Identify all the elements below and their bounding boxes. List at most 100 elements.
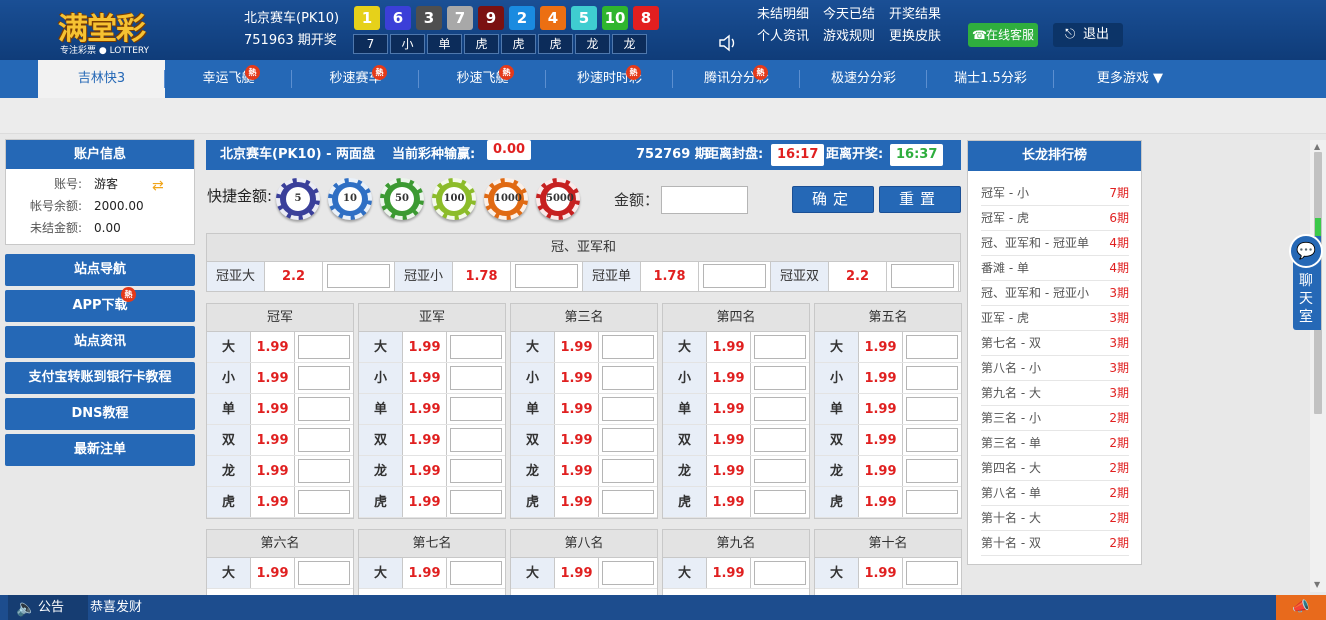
refresh-icon[interactable]: ⇄ xyxy=(152,175,164,197)
nav-tab[interactable]: 秒速飞艇 xyxy=(419,60,546,98)
bet-amount-input[interactable] xyxy=(298,397,350,421)
bet-amount-input[interactable] xyxy=(754,428,806,452)
megaphone-icon[interactable]: 📣 xyxy=(1276,595,1326,620)
bet-amount-input[interactable] xyxy=(450,561,502,585)
draw-label: 距离开奖: xyxy=(826,147,884,162)
scroll-down-icon[interactable]: ▼ xyxy=(1314,580,1320,589)
logout-button[interactable]: ⎋ 退出 xyxy=(1053,23,1123,47)
bet-odds: 1.99 xyxy=(859,363,903,393)
nav-tab[interactable]: 吉林快3 xyxy=(38,60,165,98)
bet-amount-input[interactable] xyxy=(754,366,806,390)
confirm-button[interactable]: 确定 xyxy=(792,186,874,213)
bet-amount-input[interactable] xyxy=(602,561,654,585)
bet-amount-input[interactable] xyxy=(891,264,954,288)
bet-row: 大 1.99 xyxy=(359,332,505,363)
bet-amount-input[interactable] xyxy=(298,459,350,483)
bet-amount-input[interactable] xyxy=(450,335,502,359)
bet-amount-cell xyxy=(903,456,961,486)
bet-amount-input[interactable] xyxy=(754,490,806,514)
bet-chip[interactable]: 50 xyxy=(380,178,424,220)
amount-input[interactable] xyxy=(661,186,748,214)
side-nav-button[interactable]: 站点资讯 xyxy=(5,326,195,358)
bet-label: 大 xyxy=(815,332,859,362)
chat-room-button[interactable]: 💬 聊天室 xyxy=(1289,234,1323,330)
page-scrollbar[interactable]: ▲ ▼ xyxy=(1310,140,1326,592)
bet-row: 大 1.99 xyxy=(815,332,961,363)
bet-amount-input[interactable] xyxy=(602,490,654,514)
bet-label: 单 xyxy=(511,394,555,424)
result-ball: 5 xyxy=(571,6,597,30)
bet-amount-cell xyxy=(599,487,657,517)
bet-amount-input[interactable] xyxy=(906,428,958,452)
top-link[interactable]: 更换皮肤 xyxy=(889,27,955,46)
bet-amount-input[interactable] xyxy=(754,335,806,359)
bet-amount-input[interactable] xyxy=(450,459,502,483)
bet-chip[interactable]: 5 xyxy=(276,178,320,220)
bet-amount-input[interactable] xyxy=(602,428,654,452)
bet-amount-input[interactable] xyxy=(450,490,502,514)
bet-amount-input[interactable] xyxy=(450,366,502,390)
side-nav-button[interactable]: 最新注单 xyxy=(5,434,195,466)
nav-tab[interactable]: 瑞士1.5分彩 xyxy=(927,60,1054,98)
bet-amount-input[interactable] xyxy=(450,397,502,421)
nav-tab[interactable]: 更多游戏 ▼ xyxy=(1054,60,1206,98)
nav-tab[interactable]: 幸运飞艇 xyxy=(165,60,292,98)
bet-chip[interactable]: 1000 xyxy=(484,178,528,220)
bet-row: 大 1.99 xyxy=(359,558,505,589)
side-nav-button[interactable]: 支付宝转账到银行卡教程 xyxy=(5,362,195,394)
bet-amount-input[interactable] xyxy=(703,264,766,288)
nav-tab[interactable]: 秒速时时彩 xyxy=(546,60,673,98)
speaker-icon[interactable] xyxy=(718,34,738,52)
bet-amount-input[interactable] xyxy=(298,490,350,514)
nav-tab[interactable]: 极速分分彩 xyxy=(800,60,927,98)
bet-chip[interactable]: 100 xyxy=(432,178,476,220)
bet-amount-input[interactable] xyxy=(450,428,502,452)
side-nav-button[interactable]: 站点导航 xyxy=(5,254,195,286)
group-title: 冠军 xyxy=(207,304,353,332)
side-nav-button[interactable]: APP下载 xyxy=(5,290,195,322)
account-value: 游客 xyxy=(94,177,119,191)
scroll-up-icon[interactable]: ▲ xyxy=(1314,142,1320,151)
bet-amount-input[interactable] xyxy=(754,397,806,421)
bet-amount-input[interactable] xyxy=(298,335,350,359)
bet-amount-input[interactable] xyxy=(906,490,958,514)
ranking-periods: 6期 xyxy=(1109,211,1129,225)
bet-chip[interactable]: 5000 xyxy=(536,178,580,220)
bet-odds: 1.99 xyxy=(555,487,599,517)
bet-amount-cell xyxy=(599,456,657,486)
bet-amount-input[interactable] xyxy=(298,428,350,452)
bet-amount-input[interactable] xyxy=(602,397,654,421)
site-logo[interactable]: 满堂彩 专注彩票 ● LOTTERY xyxy=(40,4,170,56)
bet-row: 双 1.99 xyxy=(815,425,961,456)
bet-amount-input[interactable] xyxy=(906,366,958,390)
top-link[interactable]: 开奖结果 xyxy=(889,5,955,24)
bet-row: 虎 1.99 xyxy=(815,487,961,518)
bet-amount-input[interactable] xyxy=(298,561,350,585)
side-nav-button[interactable]: DNS教程 xyxy=(5,398,195,430)
top-link[interactable]: 游戏规则 xyxy=(823,27,889,46)
bet-amount-input[interactable] xyxy=(515,264,578,288)
bet-amount-input[interactable] xyxy=(602,335,654,359)
top-link[interactable]: 今天已结 xyxy=(823,5,889,24)
group-title: 第六名 xyxy=(207,530,353,558)
bet-amount-input[interactable] xyxy=(602,366,654,390)
bet-amount-input[interactable] xyxy=(754,561,806,585)
bet-amount-input[interactable] xyxy=(906,459,958,483)
account-label: 未结金额: xyxy=(29,221,82,235)
top-link[interactable]: 未结明细 xyxy=(757,5,823,24)
bet-amount-input[interactable] xyxy=(327,264,390,288)
bet-amount-input[interactable] xyxy=(602,459,654,483)
nav-tab[interactable]: 腾讯分分彩 xyxy=(673,60,800,98)
bet-amount-input[interactable] xyxy=(906,397,958,421)
bet-amount-input[interactable] xyxy=(298,366,350,390)
nav-tab[interactable]: 秒速赛车 xyxy=(292,60,419,98)
bet-amount-input[interactable] xyxy=(906,561,958,585)
reset-button[interactable]: 重置 xyxy=(879,186,961,213)
result-ball: 3 xyxy=(416,6,442,30)
draw-countdown: 16:37 xyxy=(890,144,944,166)
bet-chip[interactable]: 10 xyxy=(328,178,372,220)
top-link[interactable]: 个人资讯 xyxy=(757,27,823,46)
bet-amount-input[interactable] xyxy=(754,459,806,483)
bet-amount-input[interactable] xyxy=(906,335,958,359)
online-service-button[interactable]: 在线客服 xyxy=(968,23,1038,47)
